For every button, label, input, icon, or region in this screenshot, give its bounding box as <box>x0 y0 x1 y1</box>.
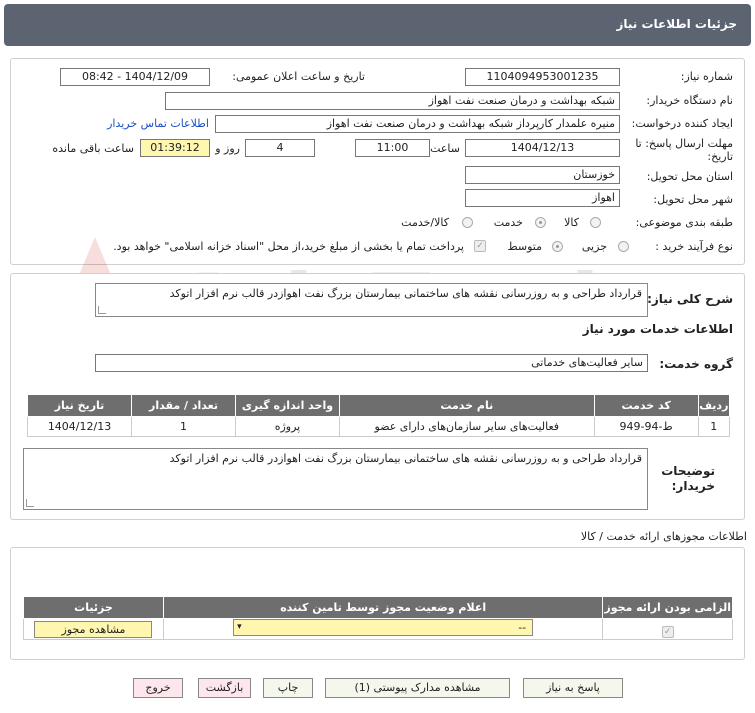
category-goods-label: کالا <box>564 216 579 229</box>
col-permit-details: جزئیات <box>23 596 164 619</box>
treasury-payment-note: پرداخت تمام یا بخشی از مبلغ خرید،از محل … <box>113 240 464 253</box>
announce-field: 1404/12/09 - 08:42 <box>60 68 210 86</box>
deadline-label: مهلت ارسال پاسخ: تا <box>635 137 733 150</box>
attachments-button[interactable]: مشاهده مدارک پیوستی (1) <box>325 678 510 698</box>
print-button[interactable]: چاپ <box>263 678 313 698</box>
permits-section-title: اطلاعات مجوزهای ارائه خدمت / کالا <box>580 530 747 543</box>
deadline-time-label: ساعت <box>430 142 460 155</box>
need-number-label: شماره نیاز: <box>680 70 733 83</box>
col-permit-status: اعلام وضعیت مجوز توسط تامین کننده <box>162 596 604 619</box>
cell-need-date: 1404/12/13 <box>26 416 133 437</box>
table-row: ✓ ▾ -- مشاهده مجوز <box>23 618 733 640</box>
category-goods-service-label: کالا/خدمت <box>401 216 449 229</box>
resize-handle[interactable] <box>26 499 34 507</box>
province-field: خوزستان <box>465 166 620 184</box>
deadline-label-2: تاریخ: <box>707 150 733 163</box>
col-service-name: نام خدمت <box>338 394 595 417</box>
page-header: جزئیات اطلاعات نیاز <box>4 4 751 46</box>
description-text: قرارداد طراحی و به روزرسانی نقشه های ساخ… <box>169 287 642 300</box>
cell-permit-status: ▾ -- <box>162 618 604 640</box>
services-table: ردیف کد خدمت نام خدمت واحد اندازه گیری ت… <box>26 394 731 437</box>
category-goods-service-radio[interactable] <box>462 217 473 228</box>
category-goods-radio[interactable] <box>590 217 601 228</box>
services-table-header: ردیف کد خدمت نام خدمت واحد اندازه گیری ت… <box>26 394 731 417</box>
permits-table-header: الزامی بودن ارائه مجوز اعلام وضعیت مجوز … <box>23 596 733 619</box>
need-number-field: 1104094953001235 <box>465 68 620 86</box>
permits-table: الزامی بودن ارائه مجوز اعلام وضعیت مجوز … <box>23 596 733 640</box>
category-service-radio[interactable] <box>535 217 546 228</box>
col-service-code: کد خدمت <box>593 394 699 417</box>
exit-button[interactable]: خروج <box>133 678 183 698</box>
buyer-label: نام دستگاه خریدار: <box>646 94 733 107</box>
category-label: طبقه بندی موضوعی: <box>635 216 733 229</box>
process-medium-radio[interactable] <box>552 241 563 252</box>
remaining-time-field: 01:39:12 <box>140 139 210 157</box>
deadline-time-field: 11:00 <box>355 139 430 157</box>
cell-quantity: 1 <box>131 416 236 437</box>
treasury-payment-checkbox[interactable]: ✓ <box>474 240 486 252</box>
process-medium-label: متوسط <box>507 240 542 253</box>
back-button[interactable]: بازگشت <box>198 678 251 698</box>
process-label: نوع فرآیند خرید : <box>655 240 733 253</box>
description-field: قرارداد طراحی و به روزرسانی نقشه های ساخ… <box>95 283 648 317</box>
process-minor-radio[interactable] <box>618 241 629 252</box>
days-remaining-field: 4 <box>245 139 315 157</box>
col-need-date: تاریخ نیاز <box>26 394 133 417</box>
buyer-contact-link[interactable]: اطلاعات تماس خریدار <box>107 117 209 130</box>
creator-field: منیره علمدار کارپرداز شبکه بهداشت و درما… <box>215 115 620 133</box>
buyer-notes-text: قرارداد طراحی و به روزرسانی نقشه های ساخ… <box>169 452 642 465</box>
table-row: 1 ط-94-949 فعالیت‌های سایر سازمان‌های دا… <box>26 416 731 437</box>
col-row: ردیف <box>697 394 731 417</box>
cell-service-name: فعالیت‌های سایر سازمان‌های دارای عضو <box>338 416 595 437</box>
reply-button[interactable]: پاسخ به نیاز <box>523 678 623 698</box>
remaining-time-label: ساعت باقی مانده <box>52 142 134 155</box>
buyer-notes-field: قرارداد طراحی و به روزرسانی نقشه های ساخ… <box>23 448 648 510</box>
cell-permit-details: مشاهده مجوز <box>23 618 164 640</box>
cell-permit-required: ✓ <box>602 618 733 640</box>
cell-service-code: ط-94-949 <box>593 416 699 437</box>
announce-label: تاریخ و ساعت اعلان عمومی: <box>232 70 365 83</box>
permit-required-checkbox[interactable]: ✓ <box>661 626 674 638</box>
deadline-date-field: 1404/12/13 <box>465 139 620 157</box>
col-quantity: تعداد / مقدار <box>131 394 236 417</box>
buyer-notes-label-2: خریدار: <box>671 479 715 493</box>
permit-status-select[interactable]: ▾ -- <box>233 619 534 636</box>
cell-row: 1 <box>697 416 731 437</box>
description-label: شرح کلی نیاز: <box>647 292 733 306</box>
province-label: استان محل تحویل: <box>646 170 733 183</box>
resize-handle[interactable] <box>98 306 106 314</box>
need-info-panel <box>10 58 745 265</box>
service-group-field: سایر فعالیت‌های خدماتی <box>95 354 648 372</box>
chevron-down-icon: ▾ <box>237 622 242 632</box>
cell-unit: پروژه <box>234 416 340 437</box>
days-label: روز و <box>215 142 240 155</box>
buyer-notes-label: توضیحات <box>661 464 715 478</box>
view-permit-button[interactable]: مشاهده مجوز <box>34 620 153 638</box>
permit-status-value: -- <box>518 621 527 634</box>
services-section-title: اطلاعات خدمات مورد نیاز <box>582 322 733 336</box>
col-unit: واحد اندازه گیری <box>234 394 340 417</box>
buyer-field: شبکه بهداشت و درمان صنعت نفت اهواز <box>165 92 620 110</box>
page-title: جزئیات اطلاعات نیاز <box>616 17 737 31</box>
city-field: اهواز <box>465 189 620 207</box>
col-permit-required: الزامی بودن ارائه مجوز <box>602 596 733 619</box>
category-service-label: خدمت <box>493 216 523 229</box>
city-label: شهر محل تحویل: <box>653 193 733 206</box>
creator-label: ایجاد کننده درخواست: <box>631 117 733 130</box>
process-minor-label: جزیی <box>581 240 607 253</box>
service-group-label: گروه خدمت: <box>659 357 733 371</box>
